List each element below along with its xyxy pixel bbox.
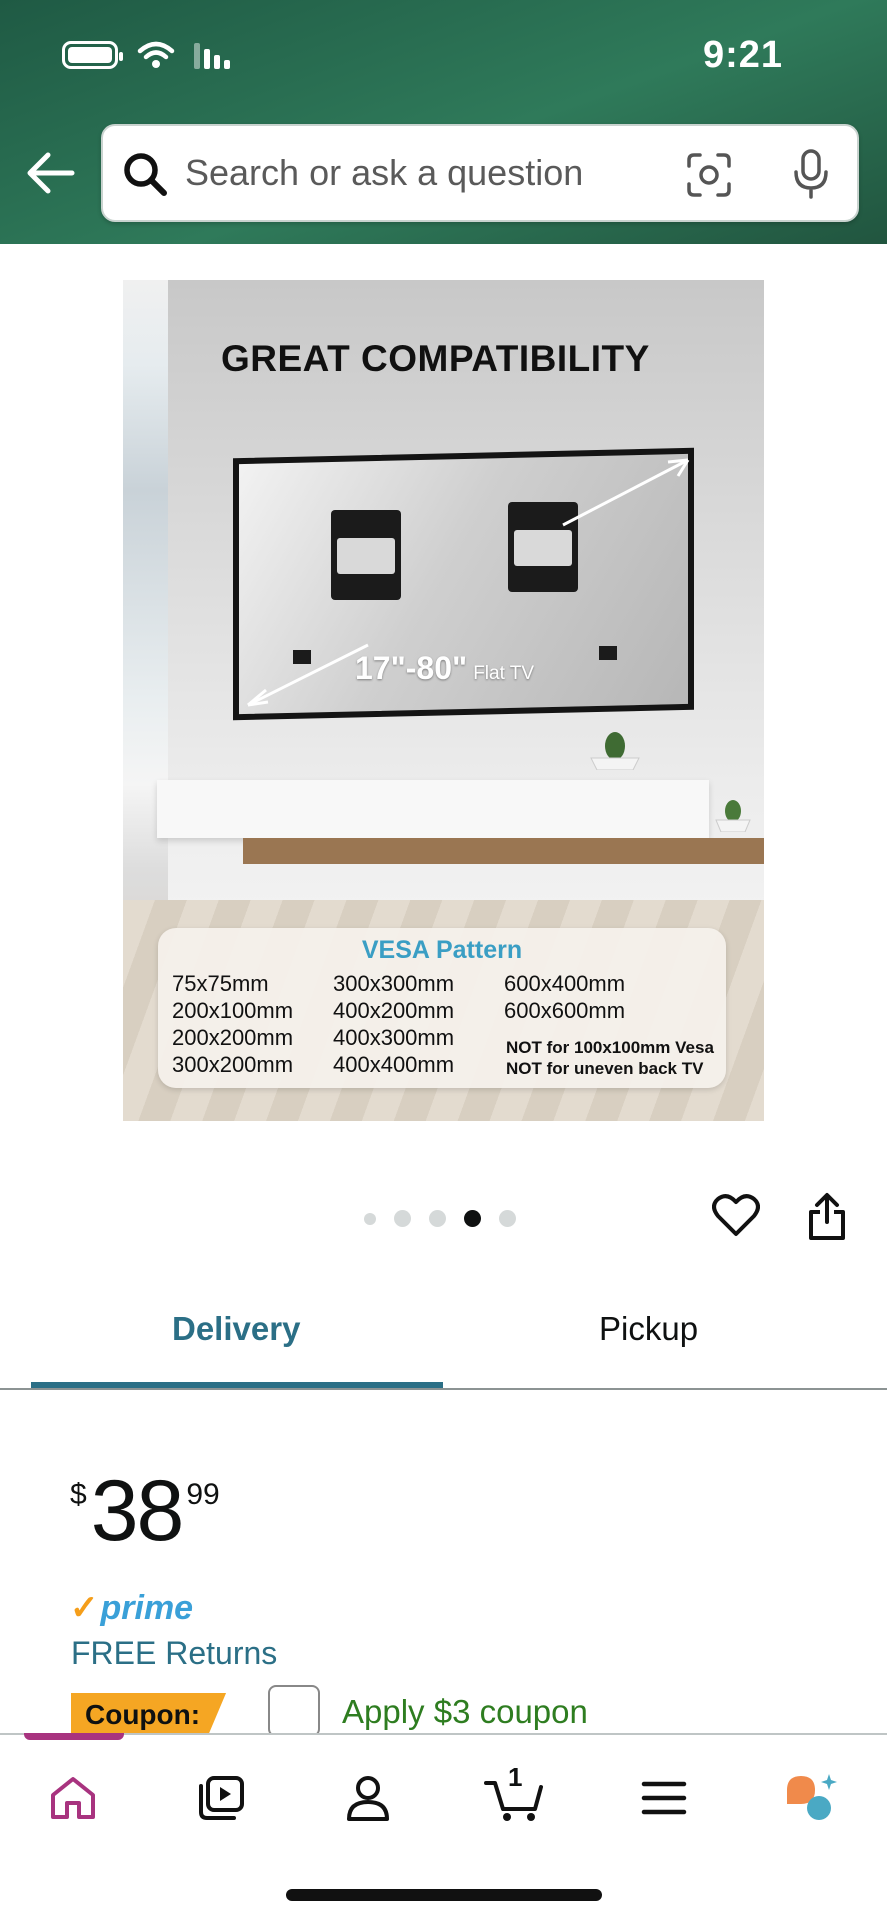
heart-icon [712,1194,760,1236]
account-icon [347,1776,389,1821]
product-image[interactable]: GREAT COMPATIBILITY 17"-80" Flat TV VESA … [123,280,764,1121]
search-bar[interactable] [101,124,859,222]
header-bar: 9:21 [0,0,887,244]
carousel-dot[interactable] [394,1210,411,1227]
vesa-item: 300x200mm [172,1052,294,1077]
cellular-signal-icon [194,41,230,69]
tv-size-label: 17"-80" Flat TV [355,650,534,687]
microphone-icon[interactable] [791,148,831,200]
menu-icon [641,1781,687,1815]
nav-rufus[interactable] [776,1768,846,1828]
price-symbol: $ [70,1478,87,1511]
vesa-item: 200x100mm [172,998,294,1023]
back-arrow-icon [27,152,75,194]
prime-check-icon: ✓ [70,1589,99,1627]
vesa-item: 400x400mm [333,1052,455,1077]
carousel-dot-active[interactable] [464,1210,481,1227]
carousel-dot[interactable] [499,1210,516,1227]
nav-cart[interactable]: 1 [480,1762,550,1828]
nav-menu[interactable] [629,1768,699,1828]
vesa-title: VESA Pattern [361,936,523,964]
plant-decor [590,732,640,770]
vesa-item: 600x400mm [504,971,626,996]
prime-badge: ✓ prime [70,1588,193,1628]
back-button[interactable] [26,150,76,196]
vesa-item: 400x300mm [333,1025,455,1050]
coupon-checkbox[interactable] [268,1685,320,1737]
vesa-column-2: 300x300mm 400x200mm 400x300mm 400x400mm [333,970,454,1078]
vesa-item: 75x75mm [172,971,269,996]
rufus-icon [787,1774,837,1820]
vesa-item: 200x200mm [172,1025,294,1050]
cabinet-shelf [243,838,764,864]
camera-lens-icon[interactable] [686,152,732,198]
vesa-note: NOT for 100x100mm Vesa [506,1038,714,1057]
price-fraction: 99 [186,1478,220,1511]
tv-size-value: 17"-80" [355,650,468,686]
nav-active-indicator [24,1733,124,1740]
search-input[interactable] [185,148,665,198]
coupon-apply-text[interactable]: Apply $3 coupon [342,1693,588,1731]
plant-decor-small [715,800,751,832]
home-icon [51,1777,95,1819]
status-time: 9:21 [702,34,783,76]
vesa-item: 400x200mm [333,998,455,1023]
vesa-notes: NOT for 100x100mm Vesa NOT for uneven ba… [506,1037,714,1079]
share-button[interactable] [806,1192,848,1242]
video-icon [199,1776,244,1820]
prime-label: prime [100,1589,194,1627]
coupon-badge: Coupon: [71,1693,227,1737]
image-headline: GREAT COMPATIBILITY [221,338,650,379]
wishlist-button[interactable] [712,1192,760,1238]
tab-pickup[interactable]: Pickup [599,1310,698,1348]
price: $ 38 99 [70,1468,220,1554]
price-whole: 38 [90,1463,185,1559]
vesa-column-3: 600x400mm 600x600mm [504,970,625,1024]
vesa-column-1: 75x75mm 200x100mm 200x200mm 300x200mm [172,970,293,1078]
tv-cabinet [157,780,709,838]
cart-count: 1 [508,1762,523,1792]
search-icon [124,153,167,196]
wifi-icon [137,41,175,68]
carousel-dot[interactable] [364,1212,376,1225]
vesa-item: 600x600mm [504,998,626,1023]
tab-delivery[interactable]: Delivery [172,1310,300,1348]
carousel-dot[interactable] [429,1210,446,1227]
vesa-note: NOT for uneven back TV [506,1059,704,1078]
tab-divider [0,1388,887,1390]
battery-icon [62,41,123,69]
share-icon [809,1193,845,1240]
image-carousel-dots[interactable] [364,1210,516,1227]
nav-video[interactable] [186,1768,256,1828]
status-icons [62,40,230,70]
nav-account[interactable] [333,1768,403,1828]
home-indicator [286,1889,602,1901]
free-returns-link[interactable]: FREE Returns [71,1635,277,1672]
vesa-item: 300x300mm [333,971,455,996]
tv-size-suffix: Flat TV [473,663,535,684]
nav-home[interactable] [38,1768,108,1828]
vesa-pattern-box: VESA Pattern 75x75mm 200x100mm 200x200mm… [158,928,726,1088]
